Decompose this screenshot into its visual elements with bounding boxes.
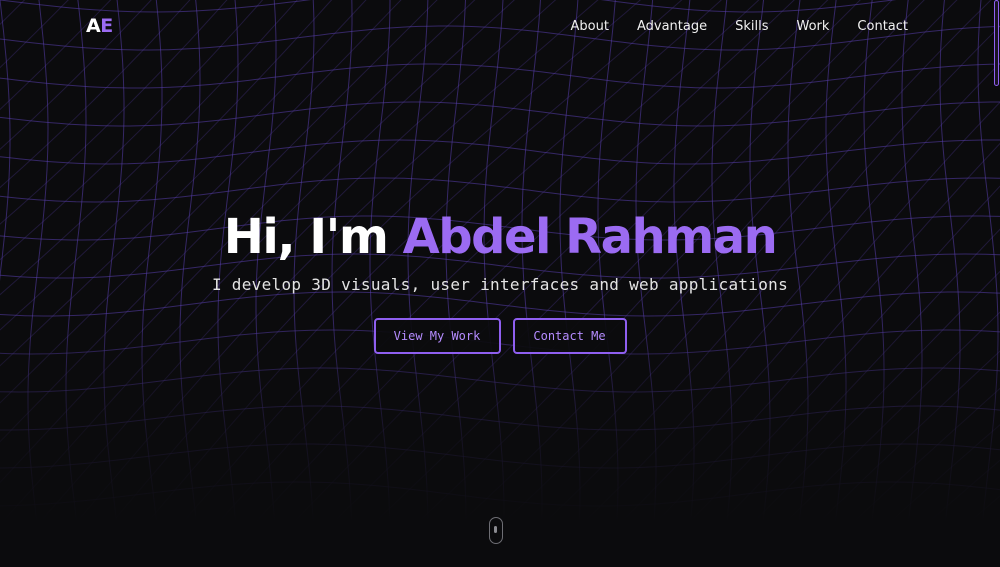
logo[interactable]: AE (86, 15, 113, 37)
logo-letter-a: A (86, 15, 101, 37)
mouse-scroll-icon[interactable] (489, 517, 503, 544)
logo-letter-e: E (100, 15, 113, 37)
hero-section: Hi, I'm Abdel Rahman I develop 3D visual… (0, 205, 1000, 294)
site-header: AE About Advantage Skills Work Contact (0, 0, 1000, 56)
page-scrollbar[interactable] (994, 0, 999, 86)
hero-title: Hi, I'm Abdel Rahman (0, 205, 1000, 269)
nav-skills[interactable]: Skills (735, 19, 768, 34)
main-nav: About Advantage Skills Work Contact (571, 19, 908, 34)
nav-work[interactable]: Work (797, 19, 830, 34)
nav-contact[interactable]: Contact (857, 19, 908, 34)
nav-about[interactable]: About (571, 19, 609, 34)
hero-subtitle: I develop 3D visuals, user interfaces an… (211, 275, 789, 294)
scroll-wheel-dot (494, 526, 497, 533)
contact-me-button[interactable]: Contact Me (512, 318, 627, 354)
hero-name: Abdel Rahman (402, 209, 778, 265)
hero-greeting: Hi, I'm (223, 209, 403, 265)
nav-advantage[interactable]: Advantage (637, 19, 707, 34)
view-work-button[interactable]: View My Work (373, 318, 501, 354)
hero-buttons: View My Work Contact Me (0, 318, 1000, 354)
